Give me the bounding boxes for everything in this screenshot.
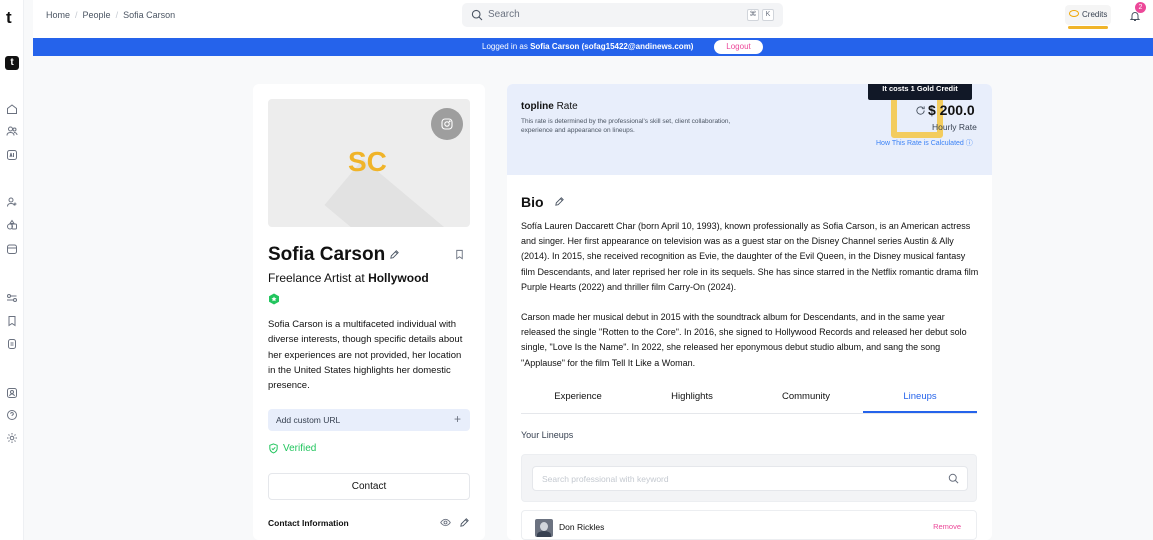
breadcrumb-current: Sofia Carson	[123, 10, 176, 20]
global-search[interactable]: Search ⌘ K	[462, 3, 783, 27]
remove-button[interactable]: Remove	[933, 522, 961, 531]
rate-title: topline Rate	[521, 101, 578, 112]
profile-photo: SC	[268, 99, 470, 227]
breadcrumb-separator: /	[115, 10, 119, 20]
bookmark-nav-icon[interactable]	[6, 315, 18, 327]
profile-role: Freelance Artist at Hollywood	[268, 271, 429, 285]
rate-brand: topline	[521, 101, 554, 112]
shortcut-key-k: K	[762, 9, 774, 21]
logout-button[interactable]: Logout	[714, 40, 763, 54]
eye-icon[interactable]	[440, 517, 451, 528]
tab-community[interactable]: Community	[749, 387, 863, 413]
bio-heading: Bio	[521, 194, 544, 210]
profile-name: Sofia Carson	[268, 244, 386, 265]
banner-message: Logged in as Sofia Carson (sofag15422@an…	[482, 42, 693, 51]
notification-badge: 2	[1135, 2, 1146, 13]
people-icon[interactable]	[6, 125, 18, 137]
shortcut-key-cmd: ⌘	[747, 9, 759, 21]
rate-description: This rate is determined by the professio…	[521, 118, 731, 134]
credits-progress	[1068, 26, 1108, 29]
tab-experience[interactable]: Experience	[521, 387, 635, 413]
plus-icon: +	[453, 412, 461, 426]
camera-icon[interactable]	[431, 108, 463, 140]
search-icon	[948, 473, 959, 484]
app-logo[interactable]: t	[6, 8, 12, 28]
top-navigation: Home / People / Sofia Carson Search ⌘ K …	[33, 0, 1153, 38]
shield-check-icon	[268, 443, 279, 454]
rate-amount-reveal[interactable]: $ 200.0	[915, 102, 975, 118]
breadcrumb-separator: /	[75, 10, 78, 20]
workspace-logo[interactable]: t	[5, 56, 19, 70]
edit-bio-icon[interactable]	[554, 196, 565, 207]
breadcrumb-home[interactable]: Home	[46, 10, 70, 20]
tab-lineups[interactable]: Lineups	[863, 387, 977, 413]
lineup-item: Don Rickles Remove	[521, 510, 977, 540]
rate-title-suffix: Rate	[556, 101, 578, 112]
shapes-icon[interactable]	[6, 219, 18, 231]
role-title: Freelance Artist at	[268, 271, 365, 285]
profile-about: Sofia Carson is a multifaceted individua…	[268, 319, 463, 392]
coin-icon	[1069, 10, 1079, 17]
contact-info-heading: Contact Information	[268, 518, 349, 528]
gold-credit-tooltip: It costs 1 Gold Credit	[868, 84, 972, 100]
verified-label: Verified	[283, 443, 317, 454]
ai-icon[interactable]	[6, 149, 18, 161]
lineup-search-placeholder: Search professional with keyword	[542, 474, 669, 484]
settings-sliders-icon[interactable]	[6, 292, 18, 304]
add-custom-url-button[interactable]: Add custom URL +	[268, 409, 470, 431]
rate-calculation-link[interactable]: How This Rate is Calculated ⓘ	[876, 138, 973, 148]
custom-url-label: Add custom URL	[276, 415, 341, 425]
home-icon[interactable]	[6, 103, 18, 115]
help-icon[interactable]	[6, 409, 18, 421]
avatar	[535, 519, 553, 537]
bookmark-icon[interactable]	[454, 249, 465, 260]
info-icon: ⓘ	[965, 140, 973, 147]
tab-highlights[interactable]: Highlights	[635, 387, 749, 413]
profile-tabs: Experience Highlights Community Lineups	[521, 387, 977, 414]
rate-panel: topline Rate This rate is determined by …	[507, 84, 992, 175]
bio-paragraph: Sofía Lauren Daccarett Char (born April …	[521, 221, 979, 292]
credits-button[interactable]: Credits	[1065, 5, 1111, 29]
contact-button[interactable]: Contact	[268, 473, 470, 500]
role-company: Hollywood	[368, 271, 429, 285]
rate-unit: Hourly Rate	[932, 122, 977, 132]
lineups-heading: Your Lineups	[521, 430, 574, 440]
banner-user: Sofia Carson (sofag15422@andinews.com)	[530, 42, 694, 51]
profile-main: topline Rate This rate is determined by …	[507, 84, 992, 540]
rate-amount: $ 200.0	[928, 102, 975, 118]
lineup-search-input[interactable]: Search professional with keyword	[532, 466, 968, 491]
sidebar: t t	[0, 0, 24, 540]
search-placeholder: Search	[488, 9, 520, 20]
document-icon[interactable]	[6, 338, 18, 350]
bio-text: Sofía Lauren Daccarett Char (born April …	[521, 219, 979, 371]
gear-icon[interactable]	[6, 432, 18, 444]
team-icon[interactable]	[6, 387, 18, 399]
credits-label: Credits	[1082, 10, 1108, 19]
refresh-icon[interactable]	[915, 105, 926, 116]
edit-name-icon[interactable]	[389, 249, 400, 260]
profile-initials: SC	[348, 146, 387, 177]
profile-card: SC Sofia Carson Freelance Artist at Holl…	[253, 84, 485, 540]
initials-shadow	[324, 159, 470, 227]
banner-prefix: Logged in as	[482, 42, 528, 51]
rate-link-label: How This Rate is Calculated	[876, 140, 964, 147]
lineup-item-name[interactable]: Don Rickles	[559, 522, 604, 532]
impersonation-banner: Logged in as Sofia Carson (sofag15422@an…	[33, 38, 1153, 56]
breadcrumb-people[interactable]: People	[83, 10, 111, 20]
add-user-icon[interactable]	[6, 196, 18, 208]
verified-status: Verified	[268, 443, 316, 454]
calendar-icon[interactable]	[6, 243, 18, 255]
edit-contact-icon[interactable]	[459, 517, 470, 528]
search-icon	[471, 9, 483, 21]
lineup-search-panel: Search professional with keyword	[521, 454, 977, 502]
bio-paragraph: Carson made her musical debut in 2015 wi…	[521, 312, 967, 368]
verified-badge-icon	[268, 293, 280, 305]
breadcrumb: Home / People / Sofia Carson	[46, 10, 175, 20]
